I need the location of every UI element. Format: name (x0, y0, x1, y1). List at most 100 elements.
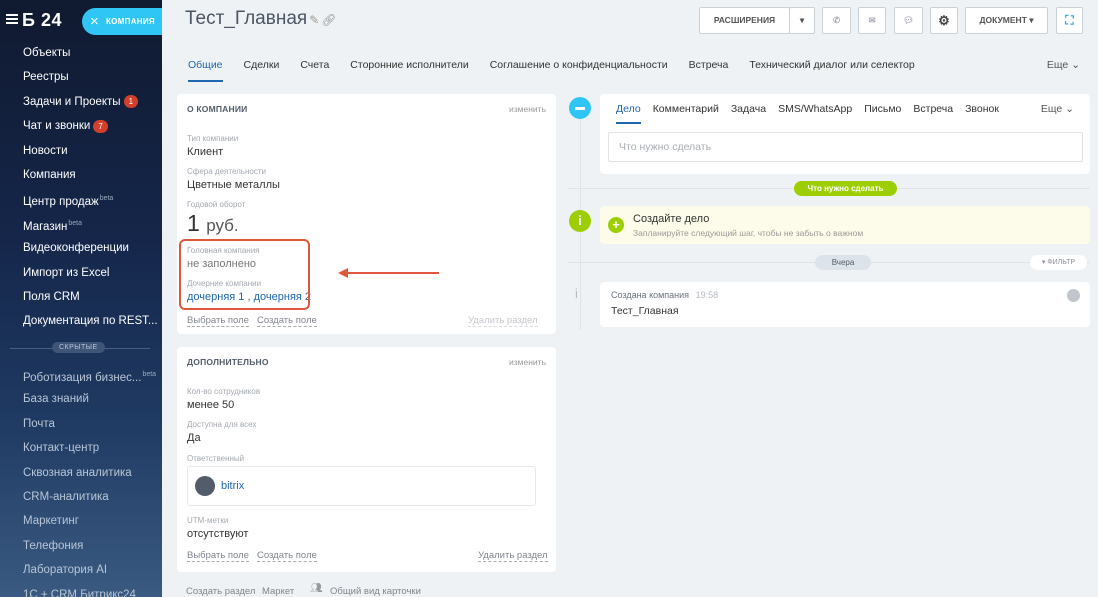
settings-button[interactable]: ⚙ (930, 7, 958, 34)
sidebar-item-1c[interactable]: 1С + CRM Битрикс24 (23, 584, 156, 597)
tab-task[interactable]: Задача (731, 103, 766, 115)
additional-section: ДОПОЛНИТЕЛЬНО изменить Кол-во сотруднико… (177, 347, 556, 572)
arrow-annotation (345, 272, 439, 274)
sidebar-item-news[interactable]: Новости (23, 140, 158, 164)
sidebar-item-registries[interactable]: Реестры (23, 66, 158, 90)
company-type-label: Тип компании (187, 134, 239, 143)
activity-more-button[interactable]: Еще ⌄ (1041, 103, 1074, 115)
hidden-items-toggle[interactable]: СКРЫТЫЕ (52, 342, 105, 353)
todo-input[interactable]: Что нужно сделать (608, 132, 1083, 162)
industry-value[interactable]: Цветные металлы (187, 179, 280, 191)
filter-icon: ▾ (1041, 259, 1046, 266)
create-todo-panel[interactable]: + Создайте дело Запланируйте следующий ш… (600, 206, 1090, 244)
activity-editor: Дело Комментарий Задача SMS/WhatsApp Письмо В… (600, 94, 1090, 174)
sidebar-hidden-nav: Роботизация бизнес...beta База знаний По… (23, 364, 156, 597)
revenue-value[interactable]: 1 руб. (187, 210, 239, 237)
delete-section-link[interactable]: Удалить раздел (478, 550, 548, 562)
create-field-link[interactable]: Создать поле (257, 315, 317, 327)
sidebar-item-tasks[interactable]: Задачи и Проекты 1 (23, 91, 158, 115)
user-avatar-icon (195, 476, 215, 496)
info-icon: i (575, 286, 578, 301)
tab-meeting[interactable]: Встреча (689, 59, 729, 80)
change-link[interactable]: изменить (509, 104, 546, 114)
phone-button[interactable]: ✆ (822, 7, 851, 34)
bitrix24-logo[interactable]: Б 24 (22, 10, 62, 31)
company-close-tab[interactable]: × КОМПАНИЯ (82, 8, 162, 35)
card-view-link[interactable]: Общий вид карточки (330, 586, 421, 597)
sidebar-item-analytics[interactable]: Сквозная аналитика (23, 462, 156, 486)
sidebar-item-crm-analytics[interactable]: CRM-аналитика (23, 486, 156, 510)
utm-value[interactable]: отсутствуют (187, 528, 248, 540)
sidebar-item-objects[interactable]: Объекты (23, 42, 158, 66)
event-time: 19:58 (695, 290, 719, 300)
sidebar-item-ai-lab[interactable]: Лаборатория AI (23, 559, 156, 583)
tab-call[interactable]: Звонок (965, 103, 999, 115)
plus-circle-icon[interactable]: + (608, 217, 624, 233)
sidebar-item-contact-center[interactable]: Контакт-центр (23, 437, 156, 461)
extensions-dropdown-button[interactable]: ▾ (789, 7, 815, 34)
chevron-down-icon: ▾ (799, 15, 805, 25)
tab-meeting[interactable]: Встреча (913, 103, 953, 115)
select-field-link[interactable]: Выбрать поле (187, 550, 249, 562)
tab-nda[interactable]: Соглашение о конфиденциальности (490, 59, 668, 80)
detail-tabs: Общие Сделки Счета Сторонние исполнители Сог… (188, 59, 936, 82)
tab-sms[interactable]: SMS/WhatsApp (778, 103, 852, 115)
todo-section-badge: Что нужно сделать (794, 181, 897, 196)
left-sidebar: Б 24 Объекты Реестры Задачи и Проекты 1 Ч… (0, 0, 162, 597)
document-button[interactable]: ДОКУМЕНТ ▾ (965, 7, 1048, 34)
industry-label: Сфера деятельности (187, 167, 266, 176)
tab-invoices[interactable]: Счета (300, 59, 329, 80)
available-value[interactable]: Да (187, 432, 201, 444)
sidebar-item-rest[interactable]: Документация по REST... (23, 310, 158, 334)
people-icon: 👥︎ (310, 583, 323, 594)
create-field-link[interactable]: Создать поле (257, 550, 317, 562)
tab-deals[interactable]: Сделки (244, 59, 280, 80)
sidebar-item-chat[interactable]: Чат и звонки 7 (23, 115, 158, 139)
expand-icon: ⛶ (1065, 13, 1074, 27)
event-company-name: Тест_Главная (611, 305, 679, 317)
tab-contractors[interactable]: Сторонние исполнители (350, 59, 468, 80)
market-link[interactable]: Маркет (262, 586, 294, 597)
tab-todo[interactable]: Дело (616, 103, 641, 124)
employees-value[interactable]: менее 50 (187, 399, 234, 411)
sidebar-item-crm-fields[interactable]: Поля CRM (23, 286, 158, 310)
tabs-more-button[interactable]: Еще ⌄ (1047, 59, 1080, 71)
sidebar-item-company[interactable]: Компания (23, 164, 158, 188)
tab-general[interactable]: Общие (188, 59, 223, 82)
tab-comment[interactable]: Комментарий (653, 103, 719, 115)
responsible-user-link[interactable]: bitrix (221, 480, 244, 492)
change-link[interactable]: изменить (509, 357, 546, 367)
employees-label: Кол-во сотрудников (187, 387, 261, 396)
email-button[interactable]: ✉ (858, 7, 886, 34)
company-type-value[interactable]: Клиент (187, 146, 223, 158)
tab-tech-dialog[interactable]: Технический диалог или селектор (749, 59, 914, 80)
select-field-link[interactable]: Выбрать поле (187, 315, 249, 327)
delete-section-link[interactable]: Удалить раздел (468, 315, 538, 327)
edit-pencil-icon[interactable]: ✎ (309, 13, 319, 27)
sidebar-item-knowledge[interactable]: База знаний (23, 388, 156, 412)
sidebar-item-excel[interactable]: Импорт из Excel (23, 262, 158, 286)
chat-button[interactable]: 💬︎ (894, 7, 923, 34)
timeline-event: Создана компания 19:58 Тест_Главная (600, 282, 1090, 327)
sidebar-item-shop[interactable]: Магазинbeta (23, 213, 158, 237)
sidebar-item-sales-center[interactable]: Центр продажbeta (23, 188, 158, 212)
chat-bubbles-icon: 💬︎ (903, 15, 914, 25)
filter-button[interactable]: ▾ ФИЛЬТР (1030, 255, 1087, 270)
author-avatar-icon[interactable] (1067, 289, 1080, 302)
gear-icon: ⚙ (938, 13, 950, 28)
create-section-link[interactable]: Создать раздел (186, 586, 255, 597)
menu-icon[interactable] (6, 14, 18, 24)
sidebar-item-robotization[interactable]: Роботизация бизнес...beta (23, 364, 156, 388)
sidebar-nav: Объекты Реестры Задачи и Проекты 1 Чат и … (23, 42, 158, 335)
link-icon[interactable]: 🔗︎ (321, 13, 336, 27)
fullscreen-button[interactable]: ⛶ (1056, 7, 1083, 34)
close-icon[interactable]: × (90, 8, 99, 35)
tab-email[interactable]: Письмо (864, 103, 901, 115)
sidebar-item-video[interactable]: Видеоконференции (23, 237, 158, 261)
extensions-button[interactable]: РАСШИРЕНИЯ (699, 7, 790, 34)
phone-icon: ✆ (832, 15, 841, 25)
sidebar-item-mail[interactable]: Почта (23, 413, 156, 437)
comment-bubble-icon: ▬ (569, 97, 591, 119)
sidebar-item-telephony[interactable]: Телефония (23, 535, 156, 559)
sidebar-item-marketing[interactable]: Маркетинг (23, 510, 156, 534)
